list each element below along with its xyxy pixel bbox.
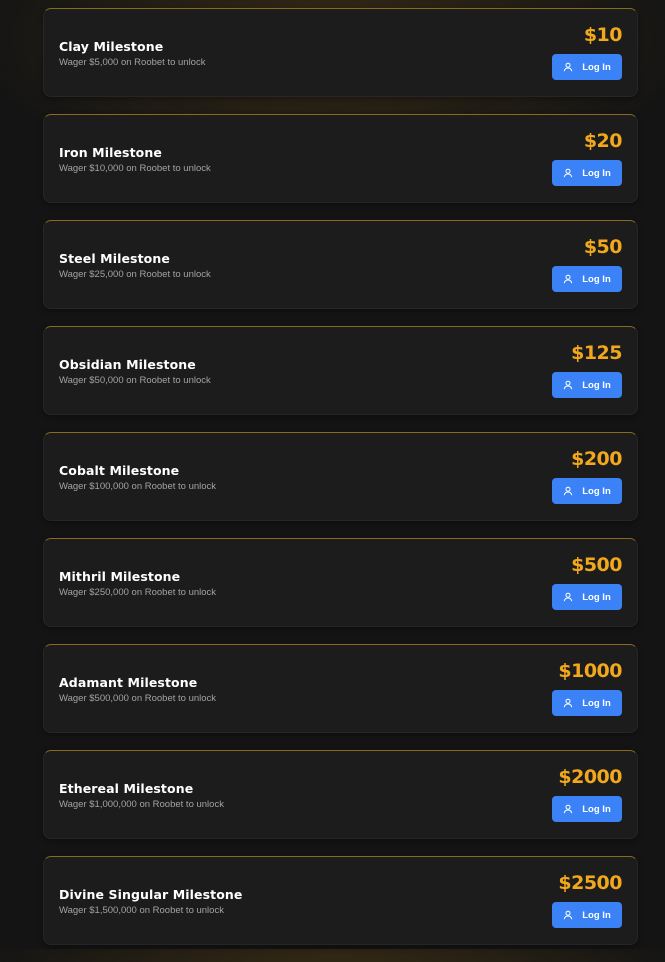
user-icon <box>563 168 573 178</box>
milestone-card: Ethereal Milestone Wager $1,000,000 on R… <box>43 750 638 839</box>
milestone-card: Obsidian Milestone Wager $50,000 on Roob… <box>43 326 638 415</box>
milestone-card: Steel Milestone Wager $25,000 on Roobet … <box>43 220 638 309</box>
milestone-card: Cobalt Milestone Wager $100,000 on Roobe… <box>43 432 638 521</box>
user-icon <box>563 698 573 708</box>
milestone-title: Ethereal Milestone <box>59 781 194 796</box>
milestone-reward: $200 <box>571 448 622 470</box>
login-button[interactable]: Log In <box>552 690 622 716</box>
milestone-reward: $500 <box>571 554 622 576</box>
milestone-requirement: Wager $10,000 on Roobet to unlock <box>59 163 211 174</box>
login-button-label: Log In <box>582 909 611 921</box>
login-button[interactable]: Log In <box>552 372 622 398</box>
user-icon <box>563 62 573 72</box>
milestone-reward: $125 <box>571 342 622 364</box>
milestone-title: Iron Milestone <box>59 145 162 160</box>
user-icon <box>563 274 573 284</box>
milestone-title: Mithril Milestone <box>59 569 181 584</box>
milestone-reward: $2000 <box>558 766 622 788</box>
milestone-card: Iron Milestone Wager $10,000 on Roobet t… <box>43 114 638 203</box>
milestone-requirement: Wager $50,000 on Roobet to unlock <box>59 375 211 386</box>
user-icon <box>563 592 573 602</box>
login-button[interactable]: Log In <box>552 902 622 928</box>
milestone-reward: $10 <box>583 24 623 46</box>
milestone-title: Steel Milestone <box>59 251 170 266</box>
milestone-title: Adamant Milestone <box>59 675 198 690</box>
milestone-reward: $1000 <box>558 660 622 682</box>
login-button[interactable]: Log In <box>552 796 622 822</box>
milestone-reward: $20 <box>583 130 623 152</box>
milestone-title: Clay Milestone <box>59 39 164 54</box>
login-button-label: Log In <box>582 803 611 815</box>
user-icon <box>563 486 573 496</box>
milestone-requirement: Wager $100,000 on Roobet to unlock <box>59 481 217 492</box>
login-button[interactable]: Log In <box>552 266 622 292</box>
milestone-card: Clay Milestone Wager $5,000 on Roobet to… <box>43 8 638 97</box>
milestone-title: Cobalt Milestone <box>59 463 180 478</box>
milestone-title: Divine Singular Milestone <box>59 887 243 902</box>
user-icon <box>563 910 573 920</box>
milestone-requirement: Wager $5,000 on Roobet to unlock <box>59 57 206 68</box>
milestone-requirement: Wager $1,500,000 on Roobet to unlock <box>59 905 224 916</box>
milestone-title: Obsidian Milestone <box>59 357 196 372</box>
login-button-label: Log In <box>582 591 611 603</box>
milestone-requirement: Wager $1,000,000 on Roobet to unlock <box>59 799 224 810</box>
login-button-label: Log In <box>582 485 611 497</box>
login-button-label: Log In <box>582 697 611 709</box>
milestone-list: Clay Milestone Wager $5,000 on Roobet to… <box>43 8 638 962</box>
login-button-label: Log In <box>582 61 611 73</box>
milestone-card: Divine Singular Milestone Wager $1,500,0… <box>43 856 638 945</box>
milestone-card: Adamant Milestone Wager $500,000 on Roob… <box>43 644 638 733</box>
login-button[interactable]: Log In <box>552 478 622 504</box>
login-button-label: Log In <box>582 273 611 285</box>
login-button[interactable]: Log In <box>552 584 622 610</box>
milestone-reward: $50 <box>583 236 623 258</box>
milestone-requirement: Wager $250,000 on Roobet to unlock <box>59 587 217 598</box>
login-button-label: Log In <box>582 379 611 391</box>
user-icon <box>563 804 573 814</box>
login-button[interactable]: Log In <box>552 160 622 186</box>
user-icon <box>563 380 573 390</box>
login-button-label: Log In <box>582 167 611 179</box>
milestone-card: Mithril Milestone Wager $250,000 on Roob… <box>43 538 638 627</box>
login-button[interactable]: Log In <box>552 54 622 80</box>
milestone-requirement: Wager $500,000 on Roobet to unlock <box>59 693 217 704</box>
milestone-reward: $2500 <box>558 872 622 894</box>
milestone-requirement: Wager $25,000 on Roobet to unlock <box>59 269 211 280</box>
